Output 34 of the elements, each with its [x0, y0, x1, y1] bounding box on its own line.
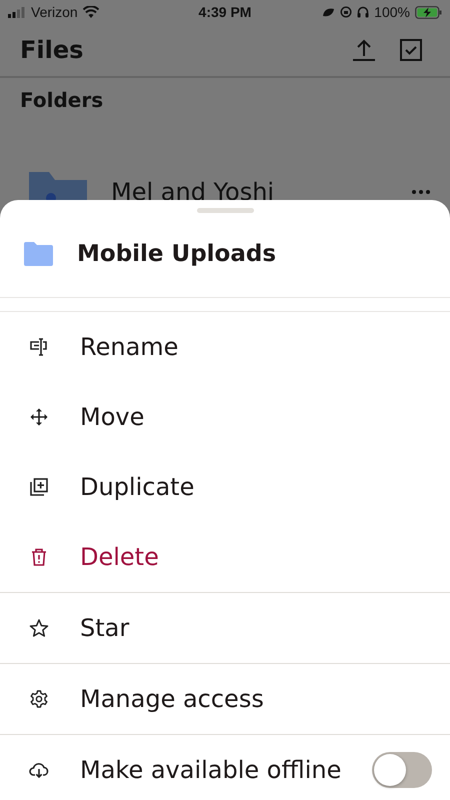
menu-item[interactable]: Move — [0, 382, 450, 452]
folder-icon — [24, 242, 53, 266]
checkbox-icon[interactable] — [400, 39, 422, 61]
shared-folder-icon — [29, 172, 87, 200]
rotation-lock-icon — [340, 6, 352, 18]
menu-item[interactable]: Star — [0, 593, 450, 663]
cloud-download-icon — [29, 762, 49, 778]
status-time: 4:39 PM — [198, 4, 252, 20]
toggle-switch[interactable] — [372, 752, 432, 788]
headphones-icon — [357, 6, 370, 18]
menu-item[interactable]: Rename — [0, 312, 450, 382]
leaf-icon — [322, 6, 336, 18]
carrier-name: Verizon — [31, 4, 78, 20]
wifi-icon — [82, 6, 99, 18]
signal-icon — [8, 6, 26, 18]
menu-item[interactable]: Duplicate — [0, 452, 450, 522]
more-icon[interactable] — [412, 190, 430, 194]
menu-item[interactable]: Make available offline — [0, 735, 450, 800]
rename-icon — [29, 338, 49, 356]
section-title: Folders — [19, 87, 104, 114]
move-icon — [29, 408, 49, 426]
star-icon — [29, 619, 49, 637]
sheet-title: Mobile Uploads — [77, 241, 276, 267]
trash-icon — [29, 548, 49, 566]
menu-item[interactable]: Delete — [0, 522, 450, 592]
gear-icon — [29, 690, 49, 708]
menu-item[interactable]: Manage access — [0, 664, 450, 734]
duplicate-icon — [29, 478, 49, 496]
battery-percent: 100% — [374, 4, 410, 20]
drag-handle[interactable] — [196, 208, 254, 213]
page-title: Files — [20, 36, 84, 64]
battery-charging-icon — [414, 6, 442, 18]
folder-name: Mel and Yoshi — [111, 178, 276, 200]
upload-icon[interactable] — [352, 38, 376, 62]
